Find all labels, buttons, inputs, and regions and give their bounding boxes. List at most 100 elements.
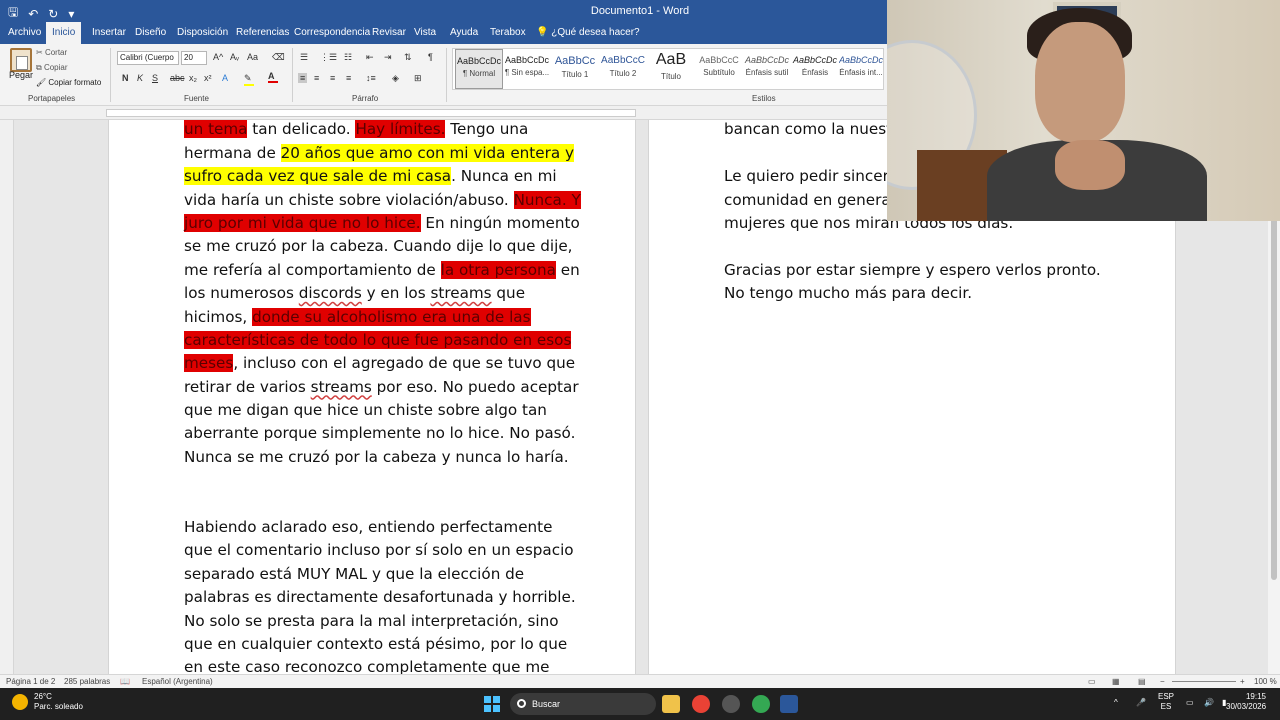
increase-indent-icon[interactable]: ⇥ bbox=[384, 52, 392, 63]
tab-correspondencia[interactable]: Correspondencia bbox=[288, 22, 376, 44]
text-run[interactable]: Nunca se me cruzó por la cabeza y nunca … bbox=[184, 448, 569, 466]
zoom-out-icon[interactable]: − bbox=[1160, 677, 1165, 686]
obs-icon[interactable] bbox=[722, 695, 740, 713]
zoom-slider[interactable] bbox=[1172, 681, 1236, 682]
chrome-icon[interactable] bbox=[692, 695, 710, 713]
text-run[interactable]: que en cualquier contexto está pésimo, p… bbox=[184, 635, 567, 653]
underline-button[interactable]: S bbox=[152, 73, 158, 83]
text-run[interactable]: que el comentario incluso por sí solo en… bbox=[184, 541, 574, 559]
text-line[interactable]: que el comentario incluso por sí solo en… bbox=[184, 539, 588, 562]
text-run[interactable]: En ningún momento bbox=[421, 214, 579, 232]
copy-button[interactable]: ⧉ Copiar bbox=[36, 63, 68, 73]
text-run[interactable]: se me cruzó por la cabeza. Cuando dije l… bbox=[184, 237, 573, 255]
style-heading-1[interactable]: AaBbCc Título 1 bbox=[551, 49, 599, 89]
text-run[interactable]: vida haría un chiste sobre violación/abu… bbox=[184, 191, 514, 209]
highlighted-yellow-text[interactable]: 20 años que amo con mi vida entera y bbox=[280, 143, 574, 162]
highlight-icon[interactable]: ✎ bbox=[244, 73, 254, 86]
text-line[interactable]: en este caso reconozco completamente que… bbox=[184, 656, 588, 674]
style-intense-emphasis[interactable]: AaBbCcDc Énfasis int... bbox=[839, 49, 883, 89]
align-center-icon[interactable]: ≡ bbox=[314, 73, 319, 83]
sort-icon[interactable]: ⇅ bbox=[404, 52, 412, 63]
font-color-icon[interactable]: A bbox=[268, 71, 278, 83]
text-run[interactable]: hicimos, bbox=[184, 308, 252, 326]
start-button[interactable] bbox=[484, 696, 500, 712]
page-1-text[interactable]: jamás en mi vida se me ocurriría hacer u… bbox=[184, 120, 588, 674]
text-run[interactable]: hermana de bbox=[184, 144, 281, 162]
text-line[interactable]: Gracias por estar siempre y espero verlo… bbox=[724, 259, 1112, 282]
text-run[interactable]: que me digan que hice un chiste sobre al… bbox=[184, 401, 547, 419]
spellcheck-flagged-word[interactable]: streams bbox=[430, 284, 491, 302]
chrome-profile-icon[interactable] bbox=[752, 695, 770, 713]
line-spacing-icon[interactable]: ↕≡ bbox=[366, 73, 376, 83]
weather-widget[interactable]: 26°C Parc. soleado bbox=[12, 692, 83, 712]
text-effects-icon[interactable]: A bbox=[222, 73, 228, 83]
highlighted-red-text[interactable]: características de todo lo que fue pasan… bbox=[184, 330, 572, 349]
text-run[interactable]: en bbox=[556, 261, 580, 279]
print-layout-icon[interactable]: ▦ bbox=[1112, 677, 1120, 686]
clock[interactable]: 19:15 30/03/2026 bbox=[1226, 692, 1266, 712]
vertical-ruler[interactable] bbox=[0, 120, 14, 674]
text-line[interactable]: No tengo mucho más para decir. bbox=[724, 282, 1112, 305]
taskbar-search[interactable]: Buscar bbox=[510, 693, 656, 715]
text-run[interactable]: Tengo una bbox=[445, 120, 528, 138]
style-title[interactable]: AaB Título bbox=[647, 49, 695, 89]
tab-insertar[interactable]: Insertar bbox=[86, 22, 132, 44]
change-case-button[interactable]: Aa bbox=[247, 52, 258, 62]
cut-button[interactable]: ✂ Cortar bbox=[36, 48, 67, 57]
input-language[interactable]: ESP ES bbox=[1158, 692, 1174, 712]
text-line[interactable]: Nunca se me cruzó por la cabeza y nunca … bbox=[184, 446, 588, 469]
text-line[interactable] bbox=[184, 469, 588, 492]
zoom-in-icon[interactable]: + bbox=[1240, 677, 1245, 686]
text-line[interactable]: juro por mi vida que no lo hice. En ning… bbox=[184, 212, 588, 235]
multilevel-list-icon[interactable]: ☷ bbox=[344, 52, 352, 63]
language-indicator[interactable]: Español (Argentina) bbox=[142, 677, 213, 686]
text-run[interactable]: bancan como la nuestr bbox=[724, 120, 898, 138]
tab-archivo[interactable]: Archivo bbox=[2, 22, 47, 44]
subscript-button[interactable]: x₂ bbox=[189, 73, 197, 83]
web-layout-icon[interactable]: ▤ bbox=[1138, 677, 1146, 686]
page-count[interactable]: Página 1 de 2 bbox=[6, 677, 55, 686]
text-line[interactable]: un tema tan delicado. Hay límites. Tengo… bbox=[184, 120, 588, 142]
tell-me-box[interactable]: 💡 ¿Qué desea hacer? bbox=[536, 22, 640, 44]
text-run[interactable]: . Nunca en mi bbox=[451, 167, 557, 185]
text-line[interactable]: sufro cada vez que sale de mi casa. Nunc… bbox=[184, 165, 588, 188]
style-heading-2[interactable]: AaBbCcC Título 2 bbox=[599, 49, 647, 89]
word-icon[interactable] bbox=[780, 695, 798, 713]
tab-diseno[interactable]: Diseño bbox=[129, 22, 172, 44]
paste-button[interactable]: Pegar bbox=[9, 70, 33, 80]
text-run[interactable]: los numerosos bbox=[184, 284, 299, 302]
shading-icon[interactable]: ◈ bbox=[392, 73, 399, 84]
superscript-button[interactable]: x² bbox=[204, 73, 212, 83]
text-run[interactable]: y en los bbox=[362, 284, 431, 302]
highlighted-red-text[interactable]: Nunca. Y bbox=[513, 190, 581, 209]
text-line[interactable]: meses, incluso con el agregado de que se… bbox=[184, 352, 588, 375]
text-line[interactable]: Habiendo aclarado eso, entiendo perfecta… bbox=[184, 516, 588, 539]
style-subtitle[interactable]: AaBbCcC Subtítulo bbox=[695, 49, 743, 89]
format-painter-button[interactable]: 🖌 Copiar formato bbox=[36, 78, 101, 87]
highlighted-red-text[interactable]: donde su alcoholismo era una de las bbox=[252, 307, 531, 326]
tray-chevron-icon[interactable]: ^ bbox=[1114, 698, 1118, 708]
text-run[interactable]: tan delicado. bbox=[247, 120, 355, 138]
italic-button[interactable]: K bbox=[137, 73, 143, 83]
shrink-font-button[interactable]: Aᵥ bbox=[230, 52, 239, 62]
network-icon[interactable]: ▭ bbox=[1186, 698, 1194, 708]
font-name-combo[interactable]: Calibri (Cuerpo bbox=[117, 51, 179, 65]
microphone-icon[interactable]: 🎤 bbox=[1136, 698, 1146, 708]
text-run[interactable]: que bbox=[492, 284, 525, 302]
text-run[interactable]: aberrante porque simplemente no lo hice.… bbox=[184, 424, 575, 442]
highlighted-red-text[interactable]: juro por mi vida que no lo hice. bbox=[184, 213, 421, 232]
spellcheck-flagged-word[interactable]: discords bbox=[299, 284, 362, 302]
highlighted-yellow-text[interactable]: sufro cada vez que sale de mi casa bbox=[184, 167, 452, 186]
borders-icon[interactable]: ⊞ bbox=[414, 73, 422, 84]
page-1[interactable]: jamás en mi vida se me ocurriría hacer u… bbox=[108, 120, 636, 674]
text-run[interactable]: separado está MUY MAL y que la elección … bbox=[184, 565, 524, 583]
text-run[interactable]: Habiendo aclarado eso, entiendo perfecta… bbox=[184, 518, 552, 536]
volume-icon[interactable]: 🔊 bbox=[1204, 698, 1214, 708]
text-run[interactable]: , incluso con el agregado de que se tuvo… bbox=[233, 354, 575, 372]
text-line[interactable]: hicimos, donde su alcoholismo era una de… bbox=[184, 306, 588, 329]
paste-icon[interactable] bbox=[10, 48, 32, 72]
text-line[interactable]: características de todo lo que fue pasan… bbox=[184, 329, 588, 352]
justify-icon[interactable]: ≡ bbox=[346, 73, 351, 83]
zoom-level[interactable]: 100 % bbox=[1254, 677, 1277, 686]
text-line[interactable]: vida haría un chiste sobre violación/abu… bbox=[184, 189, 588, 212]
